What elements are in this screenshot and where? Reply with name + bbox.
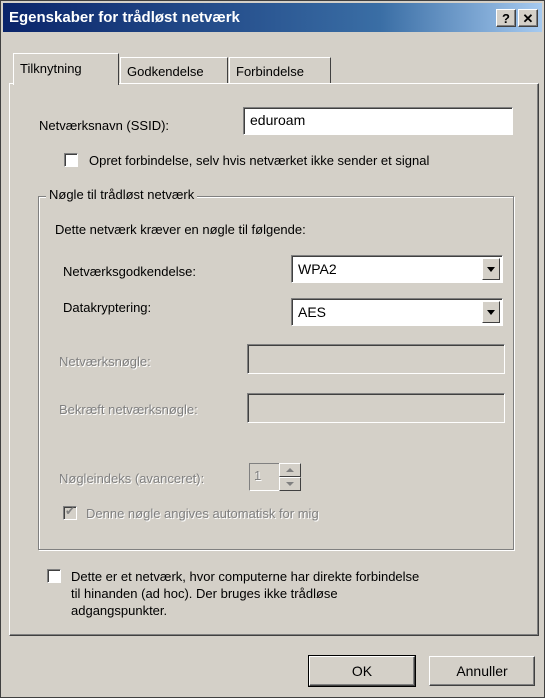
spin-down-icon[interactable] <box>279 477 301 491</box>
help-button[interactable]: ? <box>496 9 516 27</box>
key-index-spinner[interactable]: 1 <box>249 463 301 491</box>
key-index-label: Nøgleindeks (avanceret): <box>59 471 205 486</box>
chevron-down-icon[interactable] <box>482 258 500 280</box>
adhoc-label-line2: til hinanden (ad hoc). Der bruges ikke t… <box>71 586 338 601</box>
confirm-key-label: Bekræft netværksnøgle: <box>59 402 198 417</box>
auth-value: WPA2 <box>298 261 337 277</box>
title-bar[interactable]: Egenskaber for trådløst netværk ? ✕ <box>3 3 542 32</box>
encryption-label: Datakryptering: <box>63 300 152 315</box>
adhoc-label-line3: adgangspunkter. <box>71 603 168 618</box>
adhoc-checkbox[interactable] <box>47 569 61 583</box>
window-title: Egenskaber for trådløst netværk <box>9 9 240 26</box>
spin-up-icon[interactable] <box>279 463 301 477</box>
auth-dropdown[interactable]: WPA2 <box>291 255 503 283</box>
nonbroadcast-checkbox[interactable] <box>64 153 78 167</box>
cancel-button[interactable]: Annuller <box>429 656 535 686</box>
auto-key-label: Denne nøgle angives automatisk for mig <box>86 506 319 521</box>
adhoc-label-line1: Dette er et netværk, hvor computerne har… <box>71 569 420 584</box>
confirm-key-input[interactable] <box>247 393 505 423</box>
key-group-legend: Nøgle til trådløst netværk <box>46 187 198 202</box>
key-index-value[interactable]: 1 <box>249 463 281 491</box>
encryption-dropdown[interactable]: AES <box>291 298 503 326</box>
ok-button[interactable]: OK <box>308 655 416 687</box>
dialog-window: Egenskaber for trådløst netværk ? ✕ Tilk… <box>0 0 545 698</box>
tab-forbindelse[interactable]: Forbindelse <box>229 57 331 83</box>
chevron-down-icon[interactable] <box>482 301 500 323</box>
close-button[interactable]: ✕ <box>518 9 538 27</box>
ssid-input[interactable]: eduroam <box>243 107 513 135</box>
encryption-value: AES <box>298 304 327 320</box>
tab-godkendelse[interactable]: Godkendelse <box>120 57 228 83</box>
ssid-label: Netværksnavn (SSID): <box>39 118 170 133</box>
network-key-label: Netværksnøgle: <box>59 354 151 369</box>
key-intro-text: Dette netværk kræver en nøgle til følgen… <box>55 222 306 237</box>
auto-key-checkbox[interactable] <box>63 504 77 520</box>
network-key-input[interactable] <box>247 344 505 374</box>
tab-tilknytning[interactable]: Tilknytning <box>13 53 119 85</box>
auth-label: Netværksgodkendelse: <box>63 264 196 279</box>
nonbroadcast-label: Opret forbindelse, selv hvis netværket i… <box>89 153 430 168</box>
